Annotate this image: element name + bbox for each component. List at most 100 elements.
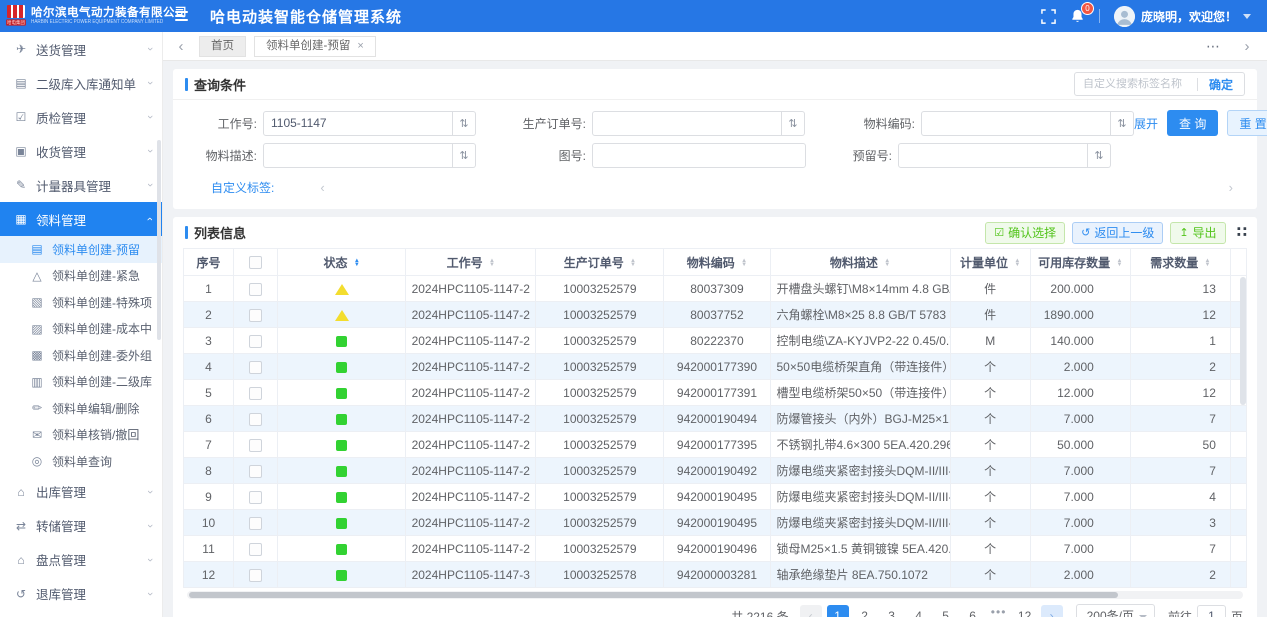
row-checkbox[interactable]	[249, 439, 262, 452]
tag-prev-icon[interactable]: ‹	[320, 180, 324, 195]
order-no-input[interactable]	[592, 111, 782, 136]
material-desc-input[interactable]	[263, 143, 453, 168]
col-unit[interactable]: 计量单位 ▲▼	[950, 249, 1030, 276]
col-demand[interactable]: 需求数量 ▲▼	[1130, 249, 1230, 276]
fullscreen-icon[interactable]	[1041, 9, 1056, 24]
row-checkbox[interactable]	[249, 283, 262, 296]
table-row[interactable]: 7 2024HPC1105-1147-2 10003252579 9420001…	[184, 432, 1247, 458]
page-button[interactable]: 12	[1014, 605, 1036, 617]
table-row[interactable]: 8 2024HPC1105-1147-2 10003252579 9420001…	[184, 458, 1247, 484]
col-material-code[interactable]: 物料编码 ▲▼	[664, 249, 770, 276]
sort-icon[interactable]: ▲▼	[630, 259, 636, 268]
sidebar-item[interactable]: ⌂ 出库管理›	[0, 475, 162, 509]
prev-page-icon[interactable]: ‹	[800, 605, 822, 617]
menu-collapse-icon[interactable]	[175, 11, 188, 21]
back-parent-button[interactable]: ↺ 返回上一级	[1072, 222, 1163, 244]
table-row[interactable]: 6 2024HPC1105-1147-2 10003252579 9420001…	[184, 406, 1247, 432]
material-code-input[interactable]	[921, 111, 1111, 136]
col-description[interactable]: 物料描述 ▲▼	[770, 249, 950, 276]
sort-icon[interactable]: ▲▼	[1205, 259, 1211, 268]
custom-tag-input[interactable]	[1075, 78, 1197, 90]
table-vertical-scrollbar[interactable]	[1240, 277, 1246, 405]
sort-icon[interactable]: ▲▼	[354, 259, 360, 268]
col-status[interactable]: 状态 ▲▼	[278, 249, 406, 276]
table-row[interactable]: 5 2024HPC1105-1147-2 10003252579 9420001…	[184, 380, 1247, 406]
row-checkbox[interactable]	[249, 309, 262, 322]
sidebar-item[interactable]: ✎ 计量器具管理›	[0, 168, 162, 202]
sidebar-item[interactable]: ▩ 领料单创建-委外组件	[0, 342, 162, 369]
row-checkbox[interactable]	[249, 335, 262, 348]
sidebar-item[interactable]: ⇄ 转储管理›	[0, 509, 162, 543]
reserve-no-input[interactable]	[898, 143, 1088, 168]
more-icon[interactable]: ⋯	[1206, 38, 1221, 55]
page-button[interactable]: 6	[962, 605, 984, 617]
filter-icon[interactable]: ⇅	[453, 111, 476, 136]
sidebar-item[interactable]: ▥ 领料单创建-二级库	[0, 369, 162, 396]
confirm-tag-button[interactable]: 确定	[1198, 76, 1244, 93]
sidebar-item[interactable]: ↺ 退库管理›	[0, 577, 162, 611]
sort-icon[interactable]: ▲▼	[1014, 259, 1020, 268]
reset-button[interactable]: 重 置	[1227, 110, 1267, 136]
sidebar-item[interactable]: ▦ 领料管理›	[0, 202, 162, 236]
sidebar-scrollbar[interactable]	[157, 140, 161, 340]
sidebar-item[interactable]: ▤ 领料单创建-预留	[0, 236, 162, 263]
table-row[interactable]: 1 2024HPC1105-1147-2 10003252579 8003730…	[184, 276, 1247, 302]
sidebar-item[interactable]: ▤ 二级库入库通知单›	[0, 66, 162, 100]
row-checkbox[interactable]	[249, 413, 262, 426]
more-pages-icon[interactable]: •••	[989, 605, 1009, 617]
notification-bell-icon[interactable]: 0	[1070, 8, 1085, 24]
user-menu[interactable]: 庞晓明，欢迎您！	[1114, 6, 1251, 27]
table-horizontal-scrollbar[interactable]	[187, 591, 1243, 599]
sidebar-item[interactable]: △ 领料单创建-紧急	[0, 263, 162, 290]
col-order-no[interactable]: 生产订单号 ▲▼	[536, 249, 664, 276]
work-no-input[interactable]	[263, 111, 453, 136]
search-button[interactable]: 查 询	[1167, 110, 1218, 136]
sidebar-item[interactable]: ⌂ 盘点管理›	[0, 543, 162, 577]
confirm-select-button[interactable]: ☑ 确认选择	[985, 222, 1065, 244]
col-stock[interactable]: 可用库存数量 ▲▼	[1030, 249, 1130, 276]
table-row[interactable]: 3 2024HPC1105-1147-2 10003252579 8022237…	[184, 328, 1247, 354]
table-row[interactable]: 12 2024HPC1105-1147-3 10003252578 942000…	[184, 562, 1247, 588]
drawing-no-input[interactable]	[592, 143, 806, 168]
export-button[interactable]: ↥ 导出	[1170, 222, 1225, 244]
page-button[interactable]: 4	[908, 605, 930, 617]
scrollbar-thumb[interactable]	[189, 592, 1118, 598]
sidebar-item[interactable]: ☑ 质检管理›	[0, 100, 162, 134]
table-row[interactable]: 10 2024HPC1105-1147-2 10003252579 942000…	[184, 510, 1247, 536]
table-row[interactable]: 11 2024HPC1105-1147-2 10003252579 942000…	[184, 536, 1247, 562]
sort-icon[interactable]: ▲▼	[1116, 259, 1122, 268]
sidebar-item[interactable]: ✉ 领料单核销/撤回	[0, 422, 162, 449]
sort-icon[interactable]: ▲▼	[884, 259, 890, 268]
sidebar-item[interactable]: ✏ 领料单编辑/删除	[0, 395, 162, 422]
row-checkbox[interactable]	[249, 491, 262, 504]
table-row[interactable]: 9 2024HPC1105-1147-2 10003252579 9420001…	[184, 484, 1247, 510]
row-checkbox[interactable]	[249, 543, 262, 556]
tab-material-request-reserve[interactable]: 领料单创建-预留 ×	[254, 36, 376, 57]
page-button[interactable]: 1	[827, 605, 849, 617]
tag-next-icon[interactable]: ›	[1229, 180, 1233, 195]
page-button[interactable]: 5	[935, 605, 957, 617]
col-work-no[interactable]: 工作号 ▲▼	[406, 249, 536, 276]
filter-icon[interactable]: ⇅	[782, 111, 805, 136]
tab-forward-icon[interactable]: ›	[1237, 38, 1257, 55]
tab-home[interactable]: 首页	[199, 36, 246, 57]
row-checkbox[interactable]	[249, 361, 262, 374]
tab-back-icon[interactable]: ‹	[171, 38, 191, 55]
filter-icon[interactable]: ⇅	[1088, 143, 1111, 168]
sidebar-item[interactable]: ✈ 送货管理›	[0, 32, 162, 66]
close-icon[interactable]: ×	[357, 37, 363, 56]
custom-tag-label[interactable]: 自定义标签:	[211, 179, 274, 196]
select-all-checkbox[interactable]	[249, 256, 262, 269]
filter-icon[interactable]: ⇅	[453, 143, 476, 168]
expand-link[interactable]: 展开	[1134, 115, 1158, 132]
goto-page-input[interactable]	[1197, 605, 1226, 617]
filter-icon[interactable]: ⇅	[1111, 111, 1134, 136]
page-button[interactable]: 3	[881, 605, 903, 617]
row-checkbox[interactable]	[249, 517, 262, 530]
sidebar-item[interactable]: ▧ 领料单创建-特殊项目	[0, 289, 162, 316]
page-button[interactable]: 2	[854, 605, 876, 617]
table-row[interactable]: 4 2024HPC1105-1147-2 10003252579 9420001…	[184, 354, 1247, 380]
sidebar-item[interactable]: ▣ 收货管理›	[0, 134, 162, 168]
row-checkbox[interactable]	[249, 387, 262, 400]
sort-icon[interactable]: ▲▼	[741, 259, 747, 268]
